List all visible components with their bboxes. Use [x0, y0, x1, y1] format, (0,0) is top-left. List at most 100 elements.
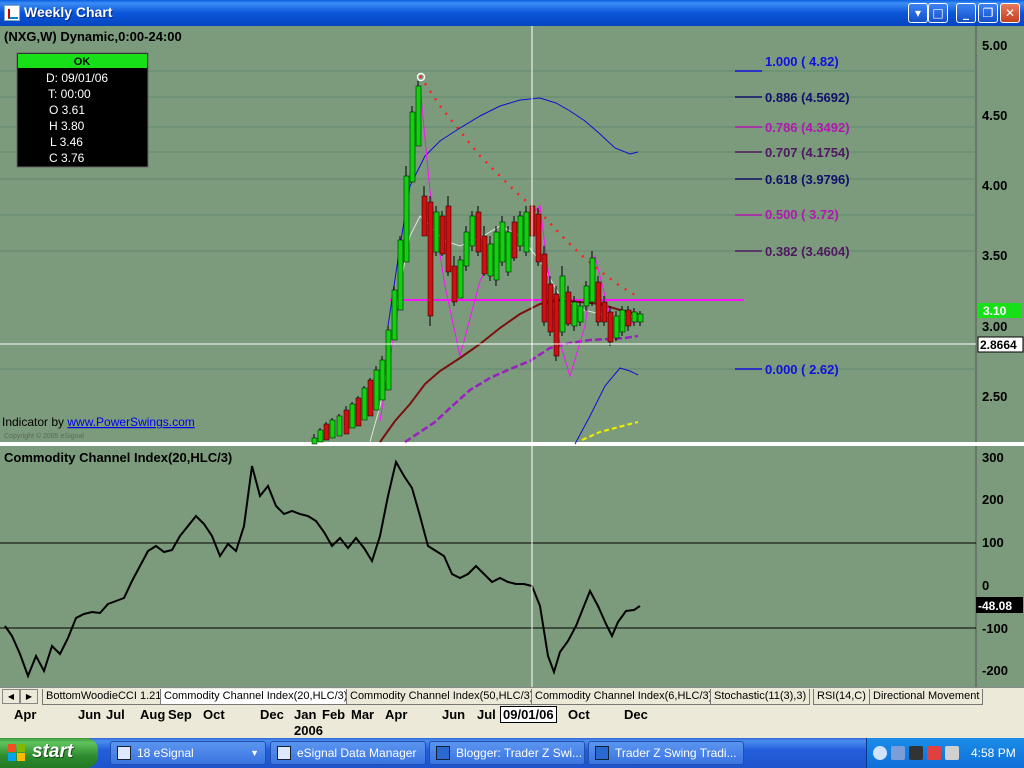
- tab-cci-50[interactable]: Commodity Channel Index(50,HLC/3): [346, 689, 538, 705]
- task-label: 18 eSignal: [137, 746, 194, 760]
- candle-body: [439, 215, 446, 255]
- restore-button[interactable]: ❐: [978, 3, 998, 23]
- candle-body: [625, 309, 632, 327]
- tab-scroll-arrows[interactable]: ◀ ▶: [2, 689, 40, 704]
- candle-body: [469, 215, 476, 247]
- ohlc-time: T: 00:00: [48, 87, 91, 101]
- price-tick-300: 3.00: [982, 319, 1007, 334]
- month-label: Apr: [14, 707, 37, 722]
- windows-flag-icon: [8, 744, 26, 762]
- price-tick-500: 5.00: [982, 38, 1007, 53]
- candle-body: [571, 301, 578, 327]
- candle-body: [613, 315, 620, 339]
- minimize-button[interactable]: _: [956, 3, 976, 23]
- price-and-cci-chart[interactable]: 1.000 ( 4.82) 0.886 (4.5692) 0.786 (4.3492…: [0, 26, 1024, 687]
- fib-label: 0.382 (3.4604): [765, 244, 850, 259]
- candle-body: [553, 293, 560, 357]
- tab-bottomwoodiecci[interactable]: BottomWoodieCCI 1.21: [42, 689, 166, 705]
- time-axis: Apr Jun Jul Aug Sep Oct Dec Jan Feb Mar …: [0, 705, 1024, 738]
- security-icon[interactable]: [927, 746, 941, 760]
- fib-label: 0.886 (4.5692): [765, 90, 850, 105]
- close-button[interactable]: ✕: [1000, 3, 1020, 23]
- tab-cci-6[interactable]: Commodity Channel Index(6,HLC/3): [531, 689, 717, 705]
- candle-body: [523, 211, 530, 253]
- camera-icon[interactable]: [909, 746, 923, 760]
- candle-body: [367, 379, 374, 417]
- candle-body: [379, 359, 386, 401]
- candle-body: [336, 415, 343, 437]
- candle-body: [535, 213, 542, 263]
- candle-body: [595, 281, 602, 323]
- task-blogger[interactable]: Blogger: Trader Z Swi...: [429, 741, 585, 765]
- tab-rsi[interactable]: RSI(14,C): [813, 689, 870, 705]
- tab-cci-20[interactable]: Commodity Channel Index(20,HLC/3): [160, 689, 352, 705]
- tab-scroll-right-icon[interactable]: ▶: [20, 689, 38, 704]
- month-label: Oct: [568, 707, 590, 722]
- candle-body: [397, 239, 404, 311]
- candle-body: [601, 301, 608, 323]
- candle-body: [487, 243, 494, 277]
- chart-area[interactable]: 1.000 ( 4.82) 0.886 (4.5692) 0.786 (4.3492…: [0, 26, 1024, 687]
- weekly-chart-window: Weekly Chart ▾ □ _ ❐ ✕ 1.000 ( 4.82) 0.88…: [0, 0, 1024, 738]
- tab-scroll-left-icon[interactable]: ◀: [2, 689, 20, 704]
- chart-app-icon: [4, 5, 20, 21]
- candle-body: [547, 283, 554, 333]
- candle-body: [637, 313, 644, 323]
- candle-body: [445, 205, 452, 273]
- fib-label: 1.000 ( 4.82): [765, 54, 839, 69]
- cci-tick-minus200: -200: [982, 663, 1008, 678]
- candle-body: [499, 221, 506, 263]
- candle-body: [361, 387, 368, 421]
- indicator-tab-strip: ◀ ▶ BottomWoodieCCI 1.21 Commodity Channe…: [0, 687, 1024, 705]
- volume-icon[interactable]: [945, 746, 959, 760]
- start-button[interactable]: start: [0, 738, 98, 768]
- float-button[interactable]: □: [928, 3, 948, 23]
- cci-tick-100: 100: [982, 535, 1004, 550]
- dropdown-button[interactable]: ▾: [908, 3, 928, 23]
- system-tray: 4:58 PM: [866, 738, 1024, 768]
- powerswings-link[interactable]: www.PowerSwings.com: [66, 415, 194, 429]
- candle-body: [317, 429, 324, 443]
- candle-body: [457, 259, 464, 299]
- indicator-credit: Indicator by www.PowerSwings.com: [2, 415, 195, 429]
- candle-body: [409, 111, 416, 183]
- data-manager-icon: [277, 746, 291, 760]
- cci-last-value: -48.08: [978, 599, 1012, 613]
- candle-body: [559, 275, 566, 333]
- task-data-manager[interactable]: eSignal Data Manager: [270, 741, 426, 765]
- month-label: Sep: [168, 707, 192, 722]
- candle-body: [463, 231, 470, 267]
- candle-body: [355, 397, 362, 427]
- candle-body: [577, 305, 584, 323]
- candle-body: [475, 211, 482, 253]
- candle-body: [517, 215, 524, 247]
- tray-expand-icon[interactable]: [873, 746, 887, 760]
- tab-directional-movement[interactable]: Directional Movement: [869, 689, 984, 705]
- network-icon[interactable]: [891, 746, 905, 760]
- candle-body: [583, 285, 590, 307]
- title-bar[interactable]: Weekly Chart ▾ □ _ ❐ ✕: [0, 0, 1024, 26]
- chart-header: (NXG,W) Dynamic,0:00-24:00: [4, 29, 182, 44]
- clock: 4:58 PM: [971, 746, 1016, 760]
- ohlc-date: D: 09/01/06: [46, 71, 108, 85]
- month-label: Jun: [442, 707, 466, 722]
- candle-body: [631, 311, 638, 323]
- start-label: start: [32, 741, 74, 762]
- ohlc-high: H 3.80: [49, 119, 85, 133]
- task-trader-z[interactable]: Trader Z Swing Tradi...: [588, 741, 744, 765]
- task-esignal[interactable]: 18 eSignal ▼: [110, 741, 266, 765]
- group-dropdown-icon: ▼: [250, 748, 259, 758]
- month-label: Feb: [322, 707, 346, 722]
- candle-body: [565, 291, 572, 325]
- price-tick-350: 3.50: [982, 248, 1007, 263]
- price-tick-400: 4.00: [982, 178, 1007, 193]
- month-label: Apr: [385, 707, 408, 722]
- month-label: Dec: [624, 707, 648, 722]
- candle-body: [511, 221, 518, 259]
- tab-stochastic[interactable]: Stochastic(11(3),3): [710, 689, 811, 705]
- month-label: Dec: [260, 707, 284, 722]
- copyright-text: Copyright © 2005 eSignal: [4, 432, 84, 440]
- browser-icon: [595, 746, 609, 760]
- window-title: Weekly Chart: [24, 4, 113, 20]
- month-label: Jul: [106, 707, 125, 722]
